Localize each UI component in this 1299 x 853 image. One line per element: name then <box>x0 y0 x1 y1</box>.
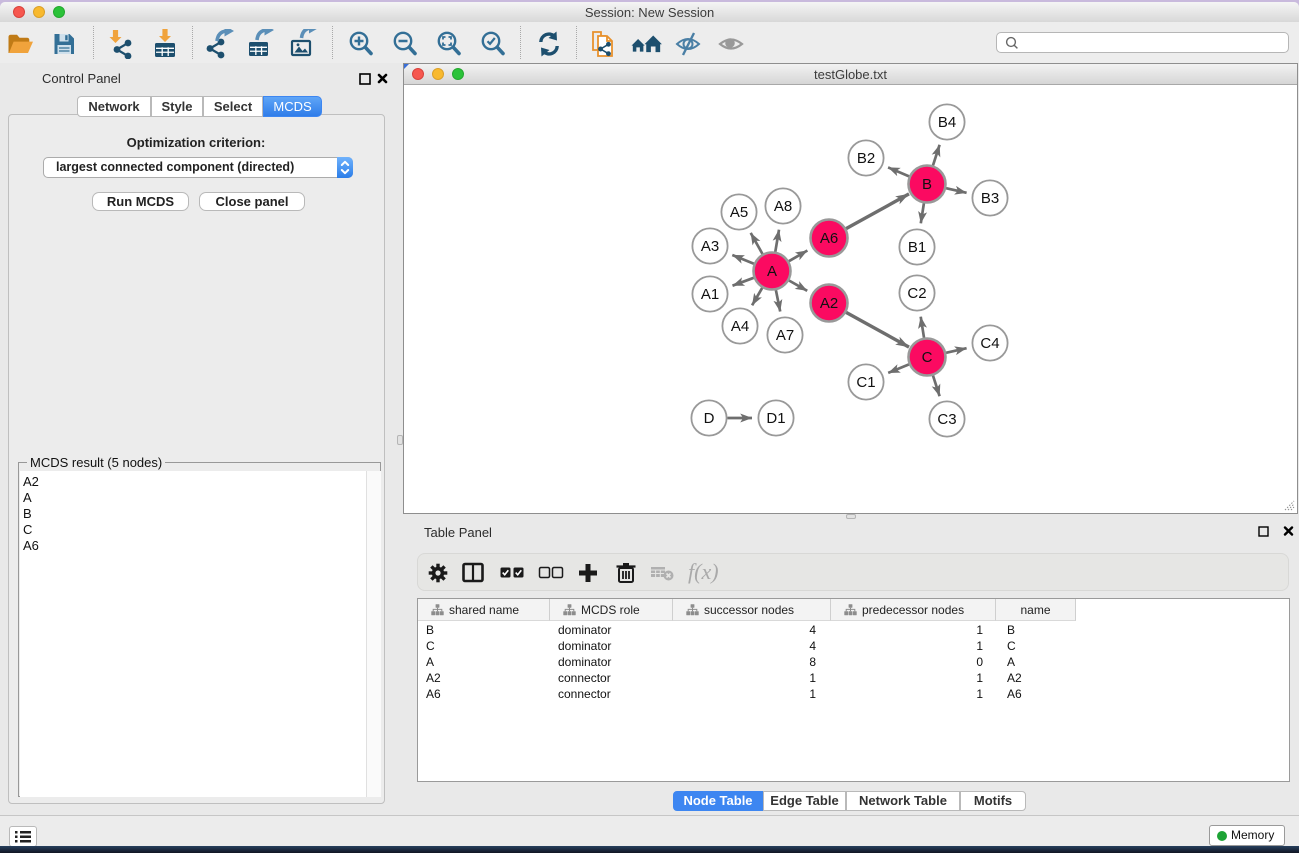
svg-text:A7: A7 <box>776 327 794 344</box>
svg-text:A: A <box>767 263 777 280</box>
svg-text:B3: B3 <box>981 190 999 207</box>
svg-text:B: B <box>922 176 932 193</box>
svg-text:C3: C3 <box>937 411 956 428</box>
svg-text:C2: C2 <box>907 285 926 302</box>
svg-text:A6: A6 <box>820 230 838 247</box>
svg-text:C4: C4 <box>980 335 999 352</box>
svg-text:B1: B1 <box>908 239 926 256</box>
svg-text:A3: A3 <box>701 238 719 255</box>
svg-text:A5: A5 <box>730 204 748 221</box>
svg-text:C: C <box>922 349 933 366</box>
svg-text:A4: A4 <box>731 318 749 335</box>
svg-text:B4: B4 <box>938 114 956 131</box>
svg-text:A1: A1 <box>701 286 719 303</box>
svg-text:B2: B2 <box>857 150 875 167</box>
svg-text:D1: D1 <box>766 410 785 427</box>
svg-text:C1: C1 <box>856 374 875 391</box>
svg-text:D: D <box>704 410 715 427</box>
svg-text:A8: A8 <box>774 198 792 215</box>
svg-text:A2: A2 <box>820 295 838 312</box>
